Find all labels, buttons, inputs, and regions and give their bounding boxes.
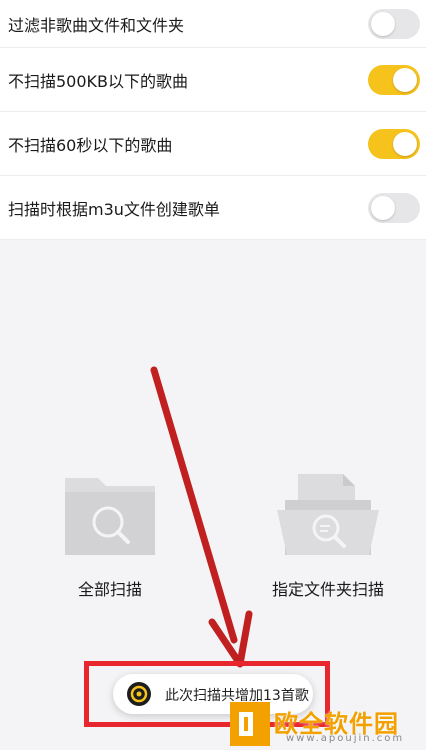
site-watermark: 欧全软件园 www.apoujin.com: [230, 702, 426, 749]
watermark-url: www.apoujin.com: [286, 733, 405, 744]
annotation-arrow: [150, 366, 253, 668]
watermark-logo-icon: [230, 702, 270, 746]
music-app-icon: [127, 682, 151, 706]
